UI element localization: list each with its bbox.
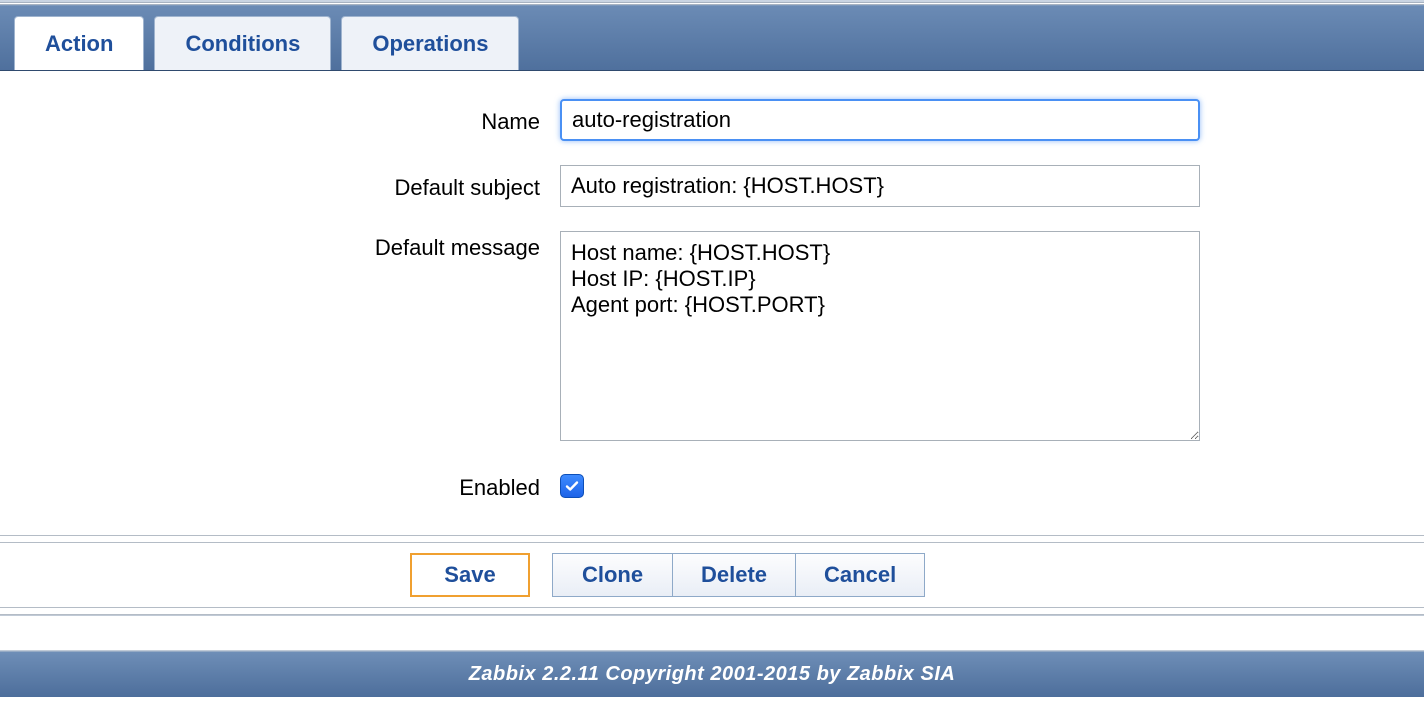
footer-text: Zabbix 2.2.11 Copyright 2001-2015 by Zab…: [469, 663, 956, 686]
subject-label: Default subject: [40, 171, 560, 201]
footer-spacer: [0, 615, 1424, 651]
separator-1: [0, 535, 1424, 543]
tab-conditions[interactable]: Conditions: [154, 16, 331, 70]
footer-bar: Zabbix 2.2.11 Copyright 2001-2015 by Zab…: [0, 651, 1424, 697]
message-label: Default message: [40, 231, 560, 261]
name-label: Name: [40, 105, 560, 135]
page-container: Action Conditions Operations Name Defaul…: [0, 0, 1424, 697]
message-textarea[interactable]: [560, 231, 1200, 441]
subject-input[interactable]: [560, 165, 1200, 207]
tab-action[interactable]: Action: [14, 16, 144, 70]
separator-2: [0, 607, 1424, 615]
tab-operations-label: Operations: [372, 31, 488, 57]
save-button-label: Save: [444, 562, 495, 588]
form-area: Name Default subject Default message Ena…: [0, 71, 1424, 535]
tab-action-label: Action: [45, 31, 113, 57]
save-button[interactable]: Save: [410, 553, 530, 597]
name-input[interactable]: [560, 99, 1200, 141]
enabled-label: Enabled: [40, 471, 560, 501]
check-icon: [564, 478, 580, 494]
tab-operations[interactable]: Operations: [341, 16, 519, 70]
delete-button-label: Delete: [701, 562, 767, 588]
clone-button-label: Clone: [582, 562, 643, 588]
clone-button[interactable]: Clone: [552, 553, 672, 597]
delete-button[interactable]: Delete: [672, 553, 795, 597]
button-bar: Save Clone Delete Cancel: [0, 543, 1424, 607]
cancel-button-label: Cancel: [824, 562, 896, 588]
cancel-button[interactable]: Cancel: [795, 553, 925, 597]
tab-bar: Action Conditions Operations: [0, 5, 1424, 71]
tab-conditions-label: Conditions: [185, 31, 300, 57]
enabled-checkbox[interactable]: [560, 474, 584, 498]
